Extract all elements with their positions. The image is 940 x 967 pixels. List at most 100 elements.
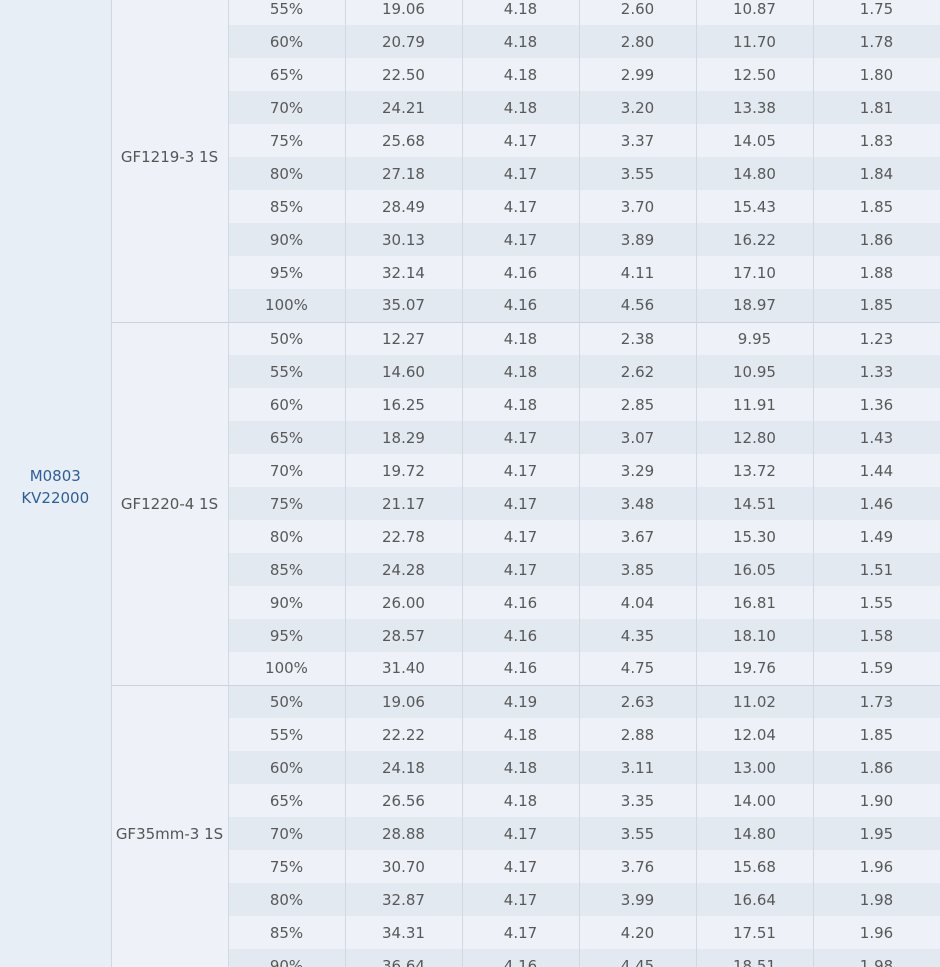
table-cell: 1.23 xyxy=(813,321,940,355)
table-cell: 1.84 xyxy=(813,157,940,190)
table-body: M0803 KV22000 GF1219-3 1S 55% 19.06 4.18 2.60 1… xyxy=(0,0,940,967)
table-cell: 75% xyxy=(228,124,346,157)
table-cell: 9.95 xyxy=(696,321,814,355)
table-cell: 27.18 xyxy=(345,157,463,190)
table-cell: 55% xyxy=(228,0,346,25)
table-cell: 4.18 xyxy=(462,751,580,784)
table-cell: 95% xyxy=(228,256,346,289)
table-cell: 60% xyxy=(228,751,346,784)
data-table-viewport: M0803 KV22000 GF1219-3 1S 55% 19.06 4.18 2.60 1… xyxy=(0,0,940,967)
table-cell: 12.27 xyxy=(345,321,463,355)
table-cell: 1.44 xyxy=(813,454,940,487)
table-cell: 19.76 xyxy=(696,652,814,685)
table-cell: 3.55 xyxy=(579,817,697,850)
table-cell: 12.50 xyxy=(696,58,814,91)
table-cell: 30.13 xyxy=(345,223,463,256)
table-cell: 1.85 xyxy=(813,718,940,751)
table-cell: 35.07 xyxy=(345,289,463,322)
table-cell: 4.17 xyxy=(462,421,580,454)
table-cell: 18.51 xyxy=(696,949,814,967)
table-cell: 17.10 xyxy=(696,256,814,289)
table-cell: 4.18 xyxy=(462,321,580,355)
table-cell: 15.68 xyxy=(696,850,814,883)
table-cell: 4.56 xyxy=(579,289,697,322)
table-cell: 1.36 xyxy=(813,388,940,421)
table-cell: 22.50 xyxy=(345,58,463,91)
table-cell: 95% xyxy=(228,619,346,652)
table-cell: 10.95 xyxy=(696,355,814,388)
table-cell: 4.18 xyxy=(462,25,580,58)
table-cell: 1.58 xyxy=(813,619,940,652)
table-cell: 4.75 xyxy=(579,652,697,685)
table-cell: 1.59 xyxy=(813,652,940,685)
table-cell: 26.56 xyxy=(345,784,463,817)
table-cell: 4.16 xyxy=(462,586,580,619)
table-cell: 85% xyxy=(228,553,346,586)
table-cell: 1.81 xyxy=(813,91,940,124)
table-cell: 3.76 xyxy=(579,850,697,883)
table-cell: 24.21 xyxy=(345,91,463,124)
table-cell: 3.70 xyxy=(579,190,697,223)
table-cell: 13.38 xyxy=(696,91,814,124)
table-cell: 19.06 xyxy=(345,684,463,718)
table-cell: 1.88 xyxy=(813,256,940,289)
propeller-cell: GF1220-4 1S xyxy=(110,321,229,685)
table-cell: 14.60 xyxy=(345,355,463,388)
table-cell: 1.85 xyxy=(813,289,940,322)
table-cell: 1.86 xyxy=(813,751,940,784)
table-cell: 4.35 xyxy=(579,619,697,652)
table-cell: 2.38 xyxy=(579,321,697,355)
table-cell: 4.16 xyxy=(462,619,580,652)
table-cell: 18.97 xyxy=(696,289,814,322)
table-cell: 4.18 xyxy=(462,718,580,751)
table-cell: 100% xyxy=(228,289,346,322)
table-cell: 4.45 xyxy=(579,949,697,967)
table-cell: 4.17 xyxy=(462,553,580,586)
table-cell: 16.22 xyxy=(696,223,814,256)
table-cell: 70% xyxy=(228,817,346,850)
table-cell: 4.18 xyxy=(462,58,580,91)
table-cell: 4.18 xyxy=(462,355,580,388)
table-cell: 28.57 xyxy=(345,619,463,652)
table-cell: 18.10 xyxy=(696,619,814,652)
table-cell: 13.72 xyxy=(696,454,814,487)
table-cell: 1.75 xyxy=(813,0,940,25)
table-cell: 18.29 xyxy=(345,421,463,454)
table-cell: 3.37 xyxy=(579,124,697,157)
table-cell: 17.51 xyxy=(696,916,814,949)
table-cell: 14.00 xyxy=(696,784,814,817)
table-cell: 22.78 xyxy=(345,520,463,553)
table-cell: 60% xyxy=(228,25,346,58)
table-cell: 3.07 xyxy=(579,421,697,454)
table-cell: 65% xyxy=(228,784,346,817)
table-cell: 80% xyxy=(228,883,346,916)
table-cell: 70% xyxy=(228,454,346,487)
table-cell: 85% xyxy=(228,916,346,949)
table-cell: 4.17 xyxy=(462,520,580,553)
table-cell: 1.43 xyxy=(813,421,940,454)
table-cell: 12.04 xyxy=(696,718,814,751)
table-cell: 3.20 xyxy=(579,91,697,124)
table-cell: 3.48 xyxy=(579,487,697,520)
table-cell: 55% xyxy=(228,355,346,388)
table-cell: 90% xyxy=(228,586,346,619)
table-cell: 4.17 xyxy=(462,124,580,157)
table-cell: 4.16 xyxy=(462,289,580,322)
table-cell: 1.55 xyxy=(813,586,940,619)
table-cell: 50% xyxy=(228,321,346,355)
table-cell: 4.17 xyxy=(462,883,580,916)
table-cell: 75% xyxy=(228,487,346,520)
table-cell: 32.14 xyxy=(345,256,463,289)
table-cell: 30.70 xyxy=(345,850,463,883)
table-cell: 15.30 xyxy=(696,520,814,553)
table-cell: 4.20 xyxy=(579,916,697,949)
motor-test-data-table: M0803 KV22000 GF1219-3 1S 55% 19.06 4.18 2.60 1… xyxy=(0,0,940,967)
table-cell: 1.98 xyxy=(813,883,940,916)
table-cell: 4.11 xyxy=(579,256,697,289)
table-cell: 4.16 xyxy=(462,652,580,685)
table-cell: 1.95 xyxy=(813,817,940,850)
table-cell: 10.87 xyxy=(696,0,814,25)
table-cell: 14.80 xyxy=(696,817,814,850)
table-cell: 16.64 xyxy=(696,883,814,916)
table-cell: 16.81 xyxy=(696,586,814,619)
